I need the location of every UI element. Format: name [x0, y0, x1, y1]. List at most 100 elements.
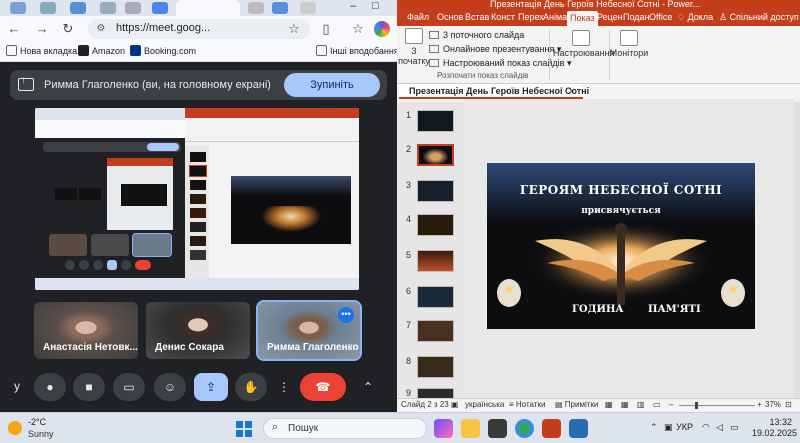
- favorites-icon[interactable]: ☆: [350, 21, 366, 37]
- comments-button[interactable]: ▤ Примітки: [555, 400, 598, 409]
- store-app-icon[interactable]: [488, 419, 507, 438]
- taskbar-search[interactable]: ⌕ Пошук: [263, 418, 427, 439]
- system-clock[interactable]: 13:32 19.02.2025: [752, 417, 797, 439]
- bookmark-booking[interactable]: Booking.com: [130, 45, 196, 56]
- zoom-slider-thumb[interactable]: [695, 402, 698, 409]
- back-icon[interactable]: ←: [6, 21, 22, 37]
- zoom-in-button[interactable]: +: [757, 400, 762, 409]
- browser-tab[interactable]: [152, 2, 168, 14]
- present-online-button[interactable]: Онлайнове презентування ▾: [429, 44, 561, 55]
- more-options-button[interactable]: ⋮: [274, 373, 294, 401]
- monitors-button[interactable]: Монітори: [609, 28, 649, 58]
- zoom-slider[interactable]: [679, 405, 755, 406]
- vertical-scrollbar[interactable]: [794, 102, 800, 398]
- slide-thumbnail[interactable]: [417, 356, 454, 378]
- slideshow-view-icon[interactable]: ▭: [653, 400, 661, 409]
- tab-view[interactable]: Подан: [623, 12, 650, 22]
- slide-thumbnail[interactable]: [417, 214, 454, 236]
- accessibility-icon[interactable]: ▣: [451, 400, 459, 409]
- zoom-level[interactable]: 37%: [765, 400, 781, 409]
- share-button[interactable]: ♙ Спільний доступ: [719, 12, 799, 23]
- maximize-icon[interactable]: □: [372, 0, 379, 12]
- other-bookmarks[interactable]: Інші вподобання: [316, 45, 397, 56]
- tab-design[interactable]: Конст: [491, 12, 515, 22]
- reading-view-icon[interactable]: ▥: [637, 400, 645, 409]
- camera-button[interactable]: ■: [73, 373, 105, 401]
- fit-slide-icon[interactable]: ⊡: [785, 400, 792, 409]
- slide-thumbnail[interactable]: [417, 250, 454, 272]
- bookmark-new-tab[interactable]: Нова вкладка: [6, 45, 77, 56]
- chevron-up-icon[interactable]: ⌃: [356, 373, 380, 401]
- browser-tab[interactable]: [125, 2, 141, 14]
- slide-thumbnail[interactable]: [417, 388, 454, 398]
- from-beginning-button[interactable]: 3 початку: [397, 28, 431, 66]
- browser-tab-active[interactable]: [176, 0, 240, 16]
- stop-presenting-button[interactable]: Зупиніть враження: [284, 73, 380, 115]
- slide-thumbnail[interactable]: [417, 180, 454, 202]
- tab-review[interactable]: Рецен: [597, 12, 623, 22]
- forward-icon[interactable]: →: [34, 21, 50, 37]
- normal-view-icon[interactable]: ▦: [605, 400, 613, 409]
- reactions-button[interactable]: ☺: [154, 373, 186, 401]
- slide-thumbnail[interactable]: [417, 286, 454, 308]
- show-hidden-icons[interactable]: ⌃: [650, 422, 658, 433]
- edge-browser-icon[interactable]: [515, 419, 534, 438]
- copilot-icon[interactable]: [374, 21, 390, 37]
- input-language[interactable]: УКР: [676, 422, 693, 432]
- browser-tab[interactable]: [10, 2, 26, 14]
- participant-tile-self[interactable]: ••• Римма Глаголенко: [256, 300, 362, 361]
- new-tab-button[interactable]: [300, 2, 316, 14]
- volume-icon[interactable]: ◁: [716, 422, 723, 433]
- participant-tile[interactable]: Анастасія Нетовк...: [34, 302, 138, 359]
- notes-button[interactable]: ≡ Нотатки: [509, 400, 545, 409]
- leave-call-button[interactable]: ☎: [300, 373, 346, 401]
- app-tray-icon[interactable]: ▣: [664, 422, 673, 433]
- more-options-icon[interactable]: •••: [338, 307, 354, 323]
- weather-temperature[interactable]: -2°C: [28, 417, 46, 427]
- tab-office[interactable]: Office: [649, 12, 672, 22]
- widgets-app-icon[interactable]: [434, 419, 453, 438]
- weather-condition[interactable]: Sunny: [28, 429, 54, 439]
- site-info-icon[interactable]: ⚙: [94, 22, 108, 36]
- document-tab[interactable]: Презентація День Героїв Небесної Сотні ×: [399, 84, 589, 99]
- address-bar[interactable]: ⚙ https://meet.goog...: [88, 19, 310, 39]
- browser-tab[interactable]: [100, 2, 116, 14]
- browser-tab[interactable]: [70, 2, 86, 14]
- present-button[interactable]: ⇪: [194, 373, 228, 401]
- zoom-out-button[interactable]: –: [669, 400, 673, 409]
- tab-file[interactable]: Файл: [407, 12, 429, 22]
- slide-sorter-icon[interactable]: ▦: [621, 400, 629, 409]
- browser-tab[interactable]: [248, 2, 264, 14]
- app-icon[interactable]: [569, 419, 588, 438]
- tab-slideshow[interactable]: Показ: [567, 11, 598, 26]
- powerpoint-app-icon[interactable]: [542, 419, 561, 438]
- reload-icon[interactable]: ↻: [60, 21, 76, 37]
- bookmark-amazon[interactable]: Amazon: [78, 45, 125, 56]
- tab-home[interactable]: Основ: [437, 12, 463, 22]
- sun-icon[interactable]: [8, 421, 22, 435]
- browser-tab[interactable]: [40, 2, 56, 14]
- participant-tile[interactable]: Денис Сокара: [146, 302, 250, 359]
- browser-tab[interactable]: [272, 2, 288, 14]
- split-view-icon[interactable]: ▯: [318, 21, 334, 37]
- minimize-icon[interactable]: –: [350, 0, 356, 12]
- setup-button[interactable]: Настроювання: [553, 28, 614, 58]
- current-slide[interactable]: ГЕРОЯМ НЕБЕСНОЇ СОТНІ присвячується ГОДИ…: [487, 163, 755, 329]
- tab-tell-me[interactable]: ♢ Докла: [677, 12, 713, 23]
- captions-button[interactable]: ▭: [113, 373, 145, 401]
- language-status[interactable]: українська: [465, 400, 504, 409]
- slide-thumbnail-selected[interactable]: [417, 144, 454, 166]
- bookmark-star-icon[interactable]: ☆: [286, 21, 302, 37]
- slide-thumbnail[interactable]: [417, 320, 454, 342]
- microphone-button[interactable]: ●: [34, 373, 66, 401]
- wifi-icon[interactable]: ◠: [702, 422, 710, 433]
- slide-thumbnail[interactable]: [417, 110, 454, 132]
- custom-show-button[interactable]: Настроюваний показ слайдів ▾: [429, 58, 572, 69]
- from-current-slide-button[interactable]: 3 поточного слайда: [429, 30, 524, 40]
- close-icon[interactable]: ×: [569, 86, 574, 96]
- tab-transitions[interactable]: Перех: [518, 12, 544, 22]
- start-button[interactable]: [236, 421, 252, 437]
- raise-hand-button[interactable]: ✋: [235, 373, 267, 401]
- tab-insert[interactable]: Встав: [465, 12, 489, 22]
- battery-icon[interactable]: ▭: [730, 422, 739, 433]
